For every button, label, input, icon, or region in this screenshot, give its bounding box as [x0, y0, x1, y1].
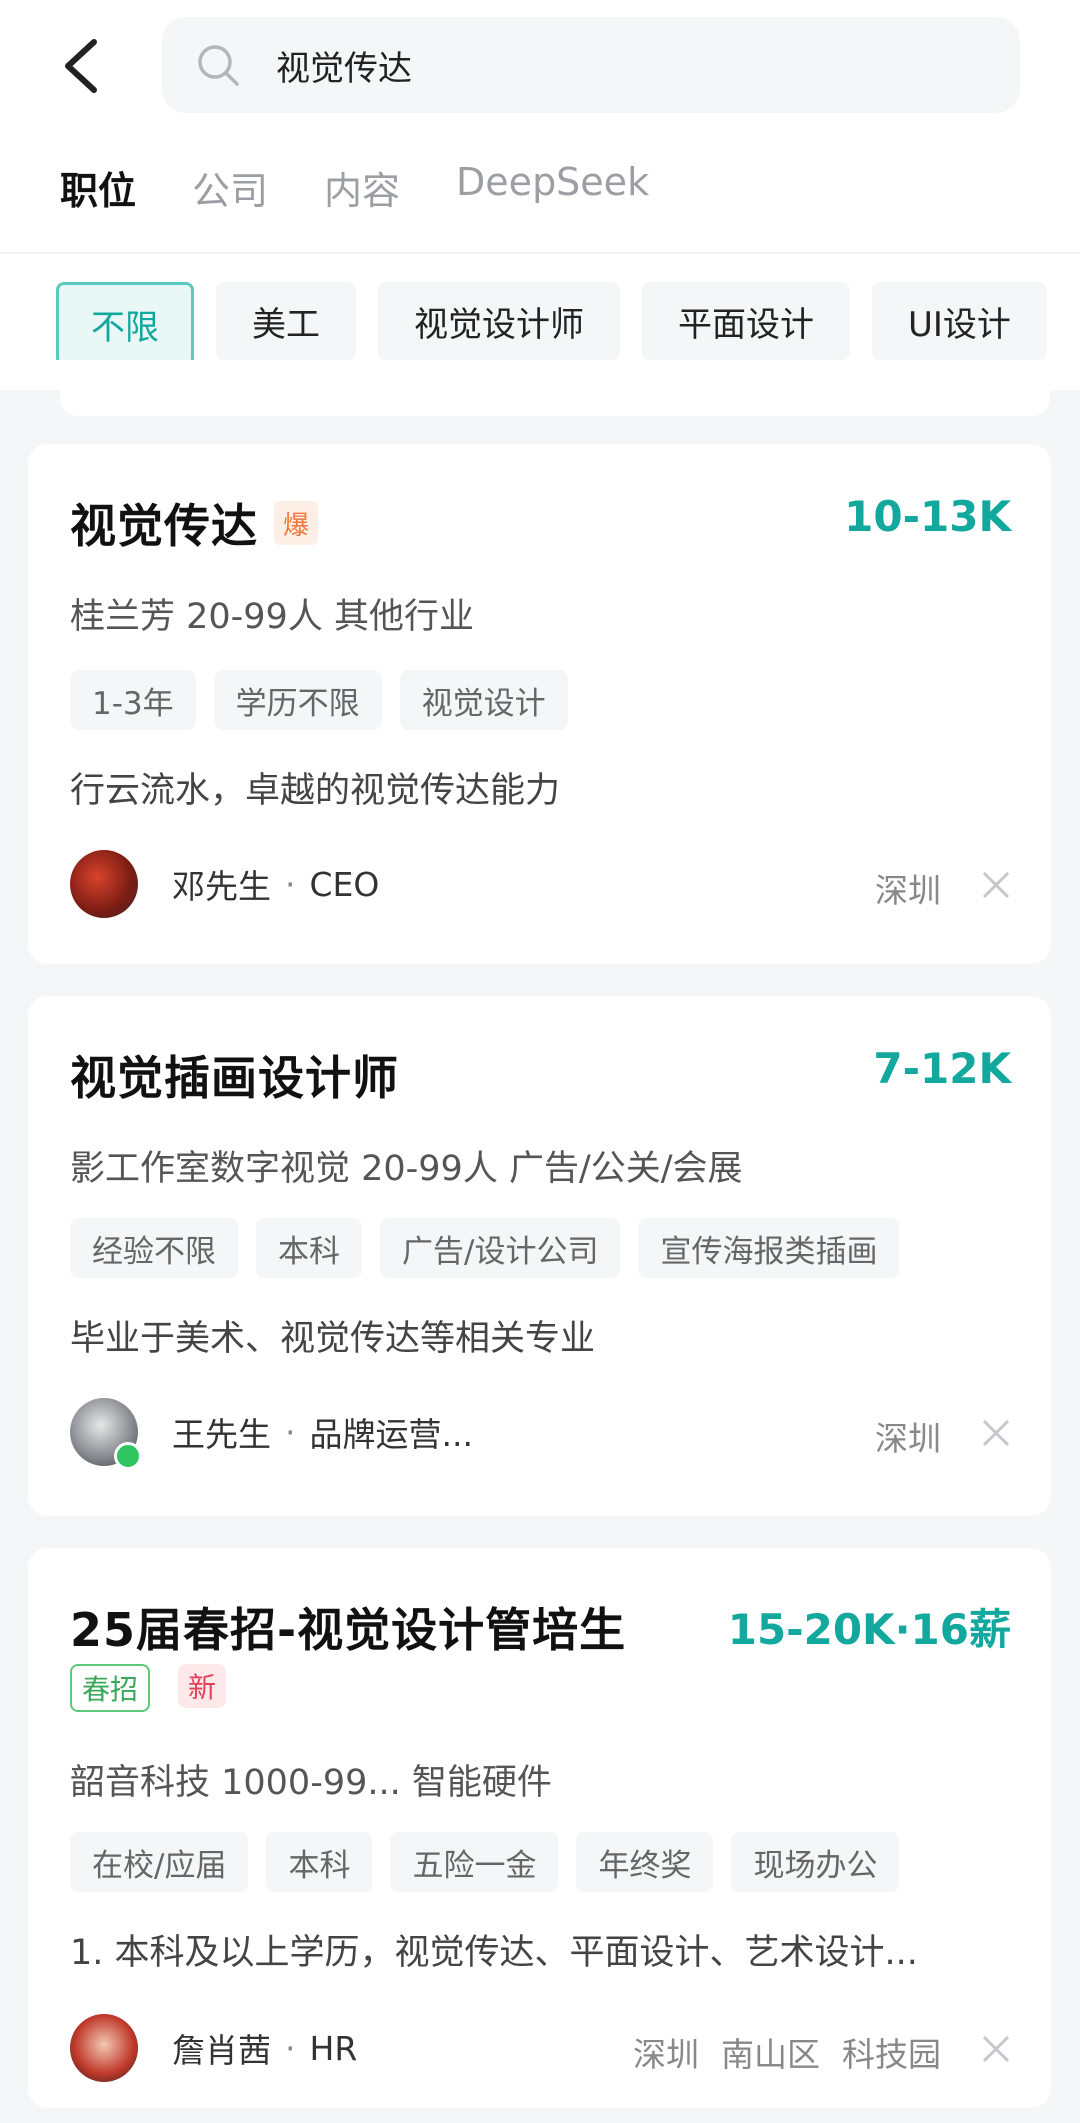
search-input[interactable] — [274, 39, 918, 91]
job-description: 行云流水，卓越的视觉传达能力 — [70, 771, 561, 811]
job-title-row: 视觉插画设计师 — [70, 1042, 399, 1108]
new-badge: 新 — [178, 1664, 227, 1708]
job-tag: 宣传海报类插画 — [638, 1218, 900, 1278]
job-labels: 春招 新 — [70, 1664, 227, 1712]
job-card[interactable]: 视觉传达 爆 10-13K 桂兰芳 20-99人 其他行业 1-3年 学历不限 … — [28, 444, 1051, 964]
filter-chip-artist[interactable]: 美工 — [216, 282, 356, 360]
recruiter: 詹肖茜 · HR — [70, 2014, 357, 2082]
recruiter-name: 邓先生 — [172, 867, 271, 906]
job-tags: 在校/应届 本科 五险一金 年终奖 现场办公 — [70, 1832, 900, 1892]
recruiter: 王先生 · 品牌运营... — [70, 1398, 473, 1470]
avatar — [70, 850, 138, 918]
spring-recruit-badge: 春招 — [70, 1664, 151, 1712]
location-area: 科技园 — [842, 2035, 941, 2074]
search-icon — [198, 45, 239, 86]
company-info: 桂兰芳 20-99人 其他行业 — [70, 597, 474, 637]
close-icon[interactable] — [981, 1418, 1011, 1448]
job-tag: 1-3年 — [70, 670, 196, 730]
recruiter-role: CEO — [309, 864, 380, 904]
tab-content[interactable]: 内容 — [324, 160, 400, 215]
avatar — [70, 2014, 138, 2082]
job-tags: 经验不限 本科 广告/设计公司 宣传海报类插画 — [70, 1218, 900, 1278]
job-title: 25届春招-视觉设计管培生 — [70, 1603, 627, 1657]
recruiter-name: 王先生 — [172, 1415, 271, 1454]
location-city: 深圳 — [875, 1419, 941, 1458]
company-info: 韶音科技 1000-99... 智能硬件 — [70, 1763, 552, 1803]
result-tabs: 职位 公司 内容 DeepSeek — [60, 160, 649, 215]
filter-chips: 不限 美工 视觉设计师 平面设计 UI设计 — [56, 282, 1080, 360]
job-tag: 现场办公 — [731, 1832, 900, 1892]
filter-chip-ui-design[interactable]: UI设计 — [872, 282, 1047, 360]
top-bar: 职位 公司 内容 DeepSeek 不限 美工 视觉设计师 平面设计 UI设计 — [0, 0, 1080, 390]
location: 深圳 — [875, 864, 941, 912]
salary: 15-20K·16薪 — [727, 1605, 1011, 1654]
hot-badge: 爆 — [274, 501, 318, 545]
job-tag: 视觉设计 — [399, 670, 568, 730]
job-title: 视觉插画设计师 — [70, 1051, 399, 1105]
job-description: 毕业于美术、视觉传达等相关专业 — [70, 1319, 596, 1359]
recruiter-role: 品牌运营... — [309, 1415, 473, 1454]
job-card[interactable]: 25届春招-视觉设计管培生 15-20K·16薪 春招 新 韶音科技 1000-… — [28, 1548, 1051, 2108]
location: 深圳 南山区 科技园 — [633, 2028, 941, 2076]
job-tag: 在校/应届 — [70, 1832, 249, 1892]
job-tag: 年终奖 — [576, 1832, 714, 1892]
filter-chip-unlimited[interactable]: 不限 — [56, 282, 194, 360]
separator-dot: · — [285, 864, 296, 904]
filter-chip-visual-designer[interactable]: 视觉设计师 — [378, 282, 620, 360]
job-title-row: 25届春招-视觉设计管培生 — [70, 1594, 626, 1660]
tab-company[interactable]: 公司 — [192, 160, 268, 215]
job-description: 1. 本科及以上学历，视觉传达、平面设计、艺术设计... — [70, 1933, 918, 1973]
job-tag: 学历不限 — [213, 670, 382, 730]
salary: 7-12K — [873, 1044, 1011, 1093]
job-tag: 经验不限 — [70, 1218, 238, 1278]
job-tag: 本科 — [256, 1218, 362, 1278]
job-tag: 本科 — [266, 1832, 373, 1892]
close-icon[interactable] — [981, 2034, 1011, 2064]
recruiter-name: 詹肖茜 — [172, 2031, 271, 2070]
search-bar[interactable] — [162, 17, 1020, 113]
avatar — [70, 1398, 142, 1470]
divider — [0, 252, 1080, 254]
recruiter-role: HR — [309, 2028, 358, 2068]
job-card[interactable]: 视觉插画设计师 7-12K 影工作室数字视觉 20-99人 广告/公关/会展 经… — [28, 996, 1051, 1516]
recruiter: 邓先生 · CEO — [70, 850, 379, 918]
filter-chip-graphic-design[interactable]: 平面设计 — [642, 282, 850, 360]
tab-position[interactable]: 职位 — [60, 160, 136, 215]
job-tag: 广告/设计公司 — [380, 1218, 621, 1278]
job-title-row: 视觉传达 爆 — [70, 490, 318, 556]
job-tag: 五险一金 — [390, 1832, 559, 1892]
separator-dot: · — [285, 1412, 296, 1452]
job-title: 视觉传达 — [70, 499, 258, 553]
back-arrow-icon[interactable] — [60, 36, 104, 96]
location: 深圳 — [875, 1412, 941, 1460]
location-city: 深圳 — [875, 871, 941, 910]
online-status-dot — [114, 1442, 142, 1470]
close-icon[interactable] — [981, 870, 1011, 900]
tab-deepseek[interactable]: DeepSeek — [456, 160, 649, 215]
separator-dot: · — [285, 2028, 296, 2068]
location-city: 深圳 — [633, 2035, 699, 2074]
previous-card-edge — [60, 380, 1050, 416]
salary: 10-13K — [844, 492, 1011, 541]
job-tags: 1-3年 学历不限 视觉设计 — [70, 670, 568, 730]
company-info: 影工作室数字视觉 20-99人 广告/公关/会展 — [70, 1149, 743, 1189]
location-district: 南山区 — [721, 2035, 820, 2074]
